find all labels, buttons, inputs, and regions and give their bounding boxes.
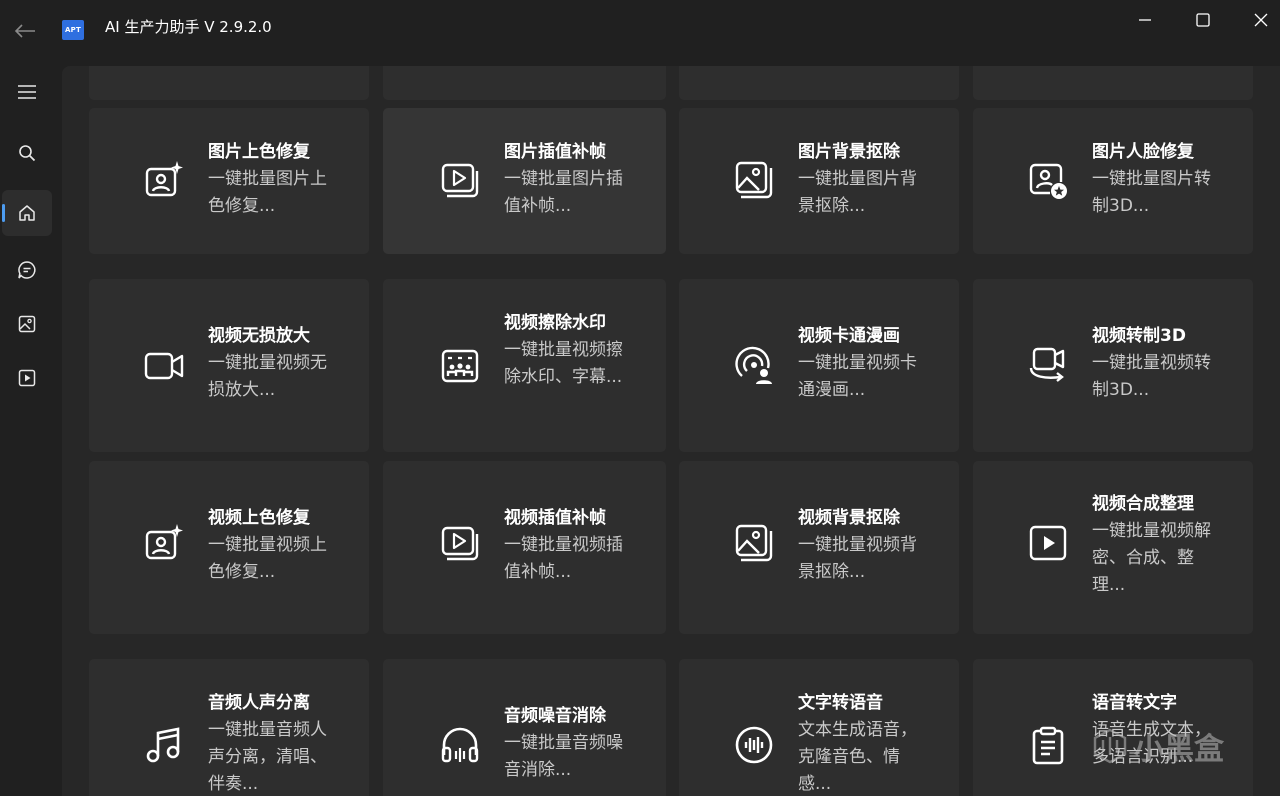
card-title: 语音转文字 [1092, 693, 1177, 713]
app-logo: APT [62, 20, 84, 40]
card-image-colorize[interactable]: 图片上色修复 一键批量图片上色修复... [89, 108, 369, 254]
close-button[interactable] [1238, 6, 1280, 34]
card-title: 视频擦除水印 [504, 313, 606, 333]
play-box-icon [1028, 523, 1068, 563]
card-video-upscale[interactable]: 视频无损放大 一键批量视频无损放大... [89, 279, 369, 452]
card-image-bg-removal[interactable]: 图片背景抠除 一键批量图片背景抠除... [679, 108, 959, 254]
card-title: 视频合成整理 [1092, 494, 1194, 514]
card-video-cartoon[interactable]: 视频卡通漫画 一键批量视频卡通漫画... [679, 279, 959, 452]
title-bar: APT AI 生产力助手 V 2.9.2.0 [0, 0, 1280, 62]
headphones-icon [440, 725, 480, 765]
maximize-button[interactable] [1180, 6, 1226, 34]
minimize-icon [1139, 19, 1151, 21]
card-description: 一键批量视频解密、合成、整理... [1092, 521, 1211, 595]
search-icon [19, 145, 36, 162]
portrait-sparkle-icon [144, 523, 184, 563]
image-stack-icon [734, 523, 774, 563]
feature-card-partial[interactable] [679, 66, 959, 100]
card-description: 一键批量视频插值补帧... [504, 535, 623, 582]
voice-wave-icon [734, 725, 774, 765]
video-rotate-icon [1028, 346, 1068, 386]
image-stack-icon [734, 160, 774, 200]
back-button[interactable] [10, 16, 40, 46]
main-content: 图片上色修复 一键批量图片上色修复... 图片插值补帧 一键批量图片插值补帧..… [62, 66, 1280, 796]
card-audio-vocal-separation[interactable]: 音频人声分离 一键批量音频人声分离，清唱、伴奏... [89, 659, 369, 796]
card-description: 一键批量图片转制3D... [1092, 169, 1211, 216]
portrait-star-icon [1028, 160, 1068, 200]
watermark: 小黑盒 [1092, 724, 1224, 768]
close-icon [1254, 13, 1268, 27]
people-frame-icon [440, 346, 480, 386]
card-description: 一键批量音频人声分离，清唱、伴奏... [208, 720, 327, 794]
card-title: 视频卡通漫画 [798, 326, 900, 346]
home-icon [19, 205, 35, 221]
card-description: 一键批量图片上色修复... [208, 169, 327, 216]
card-video-watermark-removal[interactable]: 视频擦除水印 一键批量视频擦除水印、字幕... [383, 279, 666, 452]
minimize-button[interactable] [1122, 6, 1168, 34]
card-audio-denoise[interactable]: 音频噪音消除 一键批量音频噪音消除... [383, 659, 666, 796]
sidebar-item-home[interactable] [2, 190, 52, 236]
card-title: 视频上色修复 [208, 508, 310, 528]
video-camera-icon [144, 346, 184, 386]
active-indicator [2, 204, 5, 222]
card-title: 音频人声分离 [208, 693, 310, 713]
sidebar [0, 62, 58, 796]
sidebar-item-image[interactable] [2, 301, 52, 347]
card-title: 图片插值补帧 [504, 142, 606, 162]
card-video-interpolation[interactable]: 视频插值补帧 一键批量视频插值补帧... [383, 461, 666, 634]
portrait-sparkle-icon [144, 160, 184, 200]
arrow-left-icon [14, 24, 35, 38]
feature-card-partial[interactable] [973, 66, 1253, 100]
card-description: 一键批量视频擦除水印、字幕... [504, 340, 623, 387]
card-title: 视频插值补帧 [504, 508, 606, 528]
feature-card-partial[interactable] [383, 66, 666, 100]
heybox-logo-icon [1093, 728, 1127, 764]
sidebar-item-search[interactable] [2, 130, 52, 176]
card-title: 图片背景抠除 [798, 142, 900, 162]
sidebar-item-menu[interactable] [2, 69, 52, 115]
chat-icon [18, 261, 36, 279]
sidebar-item-chat[interactable] [2, 247, 52, 293]
maximize-icon [1196, 13, 1210, 27]
card-text-to-speech[interactable]: 文字转语音 文本生成语音，克隆音色、情感... [679, 659, 959, 796]
play-stack-icon [440, 523, 480, 563]
card-title: 图片上色修复 [208, 142, 310, 162]
card-title: 视频无损放大 [208, 326, 310, 346]
card-video-3d[interactable]: 视频转制3D 一键批量视频转制3D... [973, 279, 1253, 452]
card-title: 文字转语音 [798, 693, 883, 713]
clipboard-icon [1028, 725, 1068, 765]
sidebar-item-video[interactable] [2, 355, 52, 401]
card-title: 视频转制3D [1092, 326, 1186, 346]
card-image-face-repair[interactable]: 图片人脸修复 一键批量图片转制3D... [973, 108, 1253, 254]
card-description: 文本生成语音，克隆音色、情感... [798, 720, 917, 794]
card-description: 一键批量视频背景抠除... [798, 535, 917, 582]
card-description: 一键批量视频上色修复... [208, 535, 327, 582]
play-stack-icon [440, 160, 480, 200]
card-description: 一键批量视频无损放大... [208, 353, 327, 400]
card-video-bg-removal[interactable]: 视频背景抠除 一键批量视频背景抠除... [679, 461, 959, 634]
watermark-text: 小黑盒 [1134, 732, 1224, 767]
card-video-merge[interactable]: 视频合成整理 一键批量视频解密、合成、整理... [973, 461, 1253, 634]
card-title: 视频背景抠除 [798, 508, 900, 528]
card-title: 音频噪音消除 [504, 706, 606, 726]
card-title: 图片人脸修复 [1092, 142, 1194, 162]
card-description: 一键批量音频噪音消除... [504, 733, 623, 780]
card-description: 一键批量图片背景抠除... [798, 169, 917, 216]
card-image-interpolation[interactable]: 图片插值补帧 一键批量图片插值补帧... [383, 108, 666, 254]
video-icon [18, 369, 36, 387]
menu-icon [18, 85, 36, 99]
broadcast-person-icon [734, 346, 774, 386]
card-description: 一键批量图片插值补帧... [504, 169, 623, 216]
music-note-icon [144, 725, 184, 765]
card-video-colorize[interactable]: 视频上色修复 一键批量视频上色修复... [89, 461, 369, 634]
feature-card-partial[interactable] [89, 66, 369, 100]
app-title: AI 生产力助手 V 2.9.2.0 [105, 18, 272, 36]
card-description: 一键批量视频卡通漫画... [798, 353, 917, 400]
card-description: 一键批量视频转制3D... [1092, 353, 1211, 400]
image-icon [18, 315, 36, 333]
